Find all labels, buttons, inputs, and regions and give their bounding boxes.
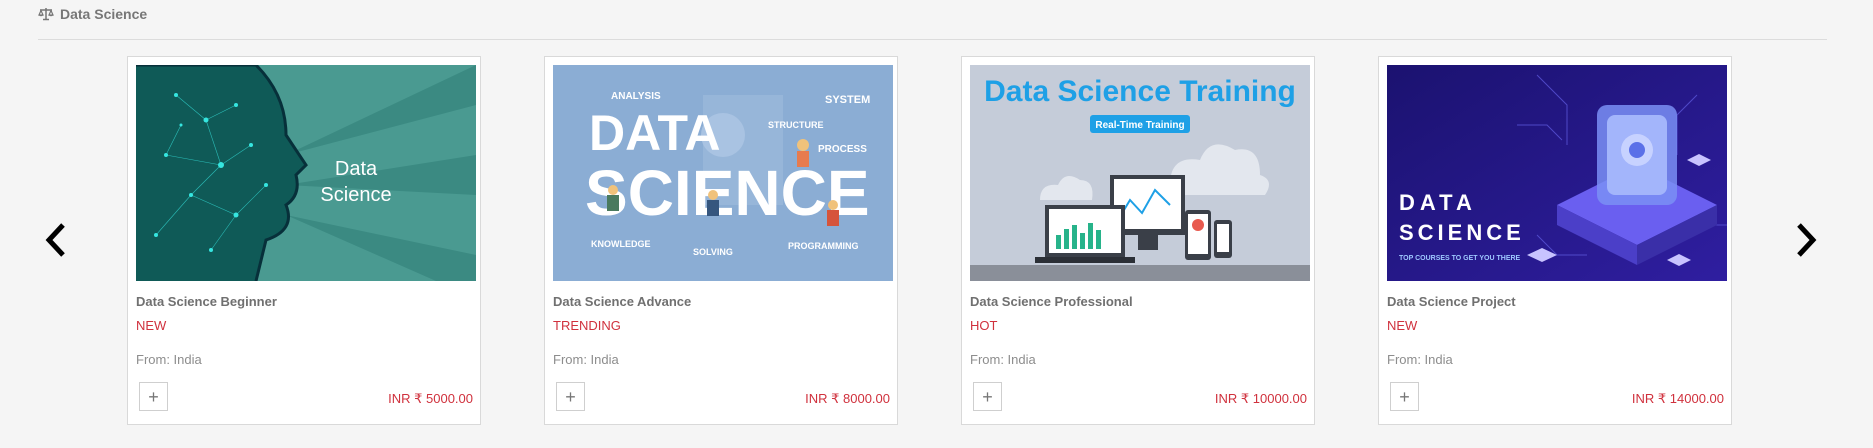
scale-icon [38, 7, 54, 21]
carousel-next-button[interactable] [1786, 222, 1826, 262]
product-card[interactable]: DATA SCIENCE ANALYSIS SYSTEM STRUCTURE P… [544, 56, 898, 425]
course-price: INR ₹ 10000.00 [1214, 391, 1307, 406]
image-text: PROGRAMMING [788, 241, 859, 251]
course-name[interactable]: Data Science Professional [970, 294, 1133, 309]
image-text: Data [335, 158, 378, 180]
chevron-right-icon [1794, 222, 1818, 263]
course-origin: From: India [1387, 352, 1453, 367]
chevron-left-icon [44, 222, 68, 263]
course-price: INR ₹ 5000.00 [388, 391, 473, 406]
course-origin: From: India [553, 352, 619, 367]
course-price: INR ₹ 8000.00 [805, 391, 890, 406]
course-image[interactable]: Data Science [136, 65, 476, 281]
image-text: TOP COURSES TO GET YOU THERE [1399, 255, 1521, 262]
add-to-cart-button[interactable]: + [556, 382, 585, 411]
image-text: PROCESS [818, 144, 867, 155]
image-text: ANALYSIS [611, 91, 661, 102]
image-text: STRUCTURE [768, 120, 824, 130]
image-text: DATA [1399, 190, 1477, 215]
image-text: Real-Time Training [1095, 120, 1184, 131]
course-image[interactable]: DATA SCIENCE ANALYSIS SYSTEM STRUCTURE P… [553, 65, 893, 281]
course-tag: NEW [136, 318, 167, 333]
course-tag: HOT [970, 318, 998, 333]
section-header: Data Science [38, 6, 147, 22]
image-text: DATA [589, 105, 720, 161]
add-to-cart-button[interactable]: + [973, 382, 1002, 411]
image-text: KNOWLEDGE [591, 239, 651, 249]
course-origin: From: India [970, 352, 1036, 367]
carousel-prev-button[interactable] [36, 222, 76, 262]
section-title: Data Science [60, 6, 148, 22]
course-price: INR ₹ 14000.00 [1631, 391, 1724, 406]
section-divider [38, 39, 1827, 40]
image-text: SCIENCE [1399, 220, 1525, 245]
course-name[interactable]: Data Science Beginner [136, 294, 277, 309]
add-to-cart-button[interactable]: + [139, 382, 168, 411]
course-name[interactable]: Data Science Project [1387, 294, 1516, 309]
product-card[interactable]: Data Science Training Real-Time Training [961, 56, 1315, 425]
image-text: Science [320, 184, 391, 206]
course-name[interactable]: Data Science Advance [553, 294, 691, 309]
product-card[interactable]: Data Science Data Science Beginner NEW F… [127, 56, 481, 425]
image-text: SOLVING [693, 247, 733, 257]
image-text: SCIENCE [585, 157, 870, 229]
course-origin: From: India [136, 352, 202, 367]
image-text: Data Science Training [984, 75, 1296, 108]
product-card[interactable]: DATA SCIENCE TOP COURSES TO GET YOU THER… [1378, 56, 1732, 425]
course-tag: TRENDING [553, 318, 621, 333]
image-text: SYSTEM [825, 94, 870, 106]
add-to-cart-button[interactable]: + [1390, 382, 1419, 411]
course-image[interactable]: DATA SCIENCE TOP COURSES TO GET YOU THER… [1387, 65, 1727, 281]
course-image[interactable]: Data Science Training Real-Time Training [970, 65, 1310, 281]
course-tag: NEW [1387, 318, 1418, 333]
